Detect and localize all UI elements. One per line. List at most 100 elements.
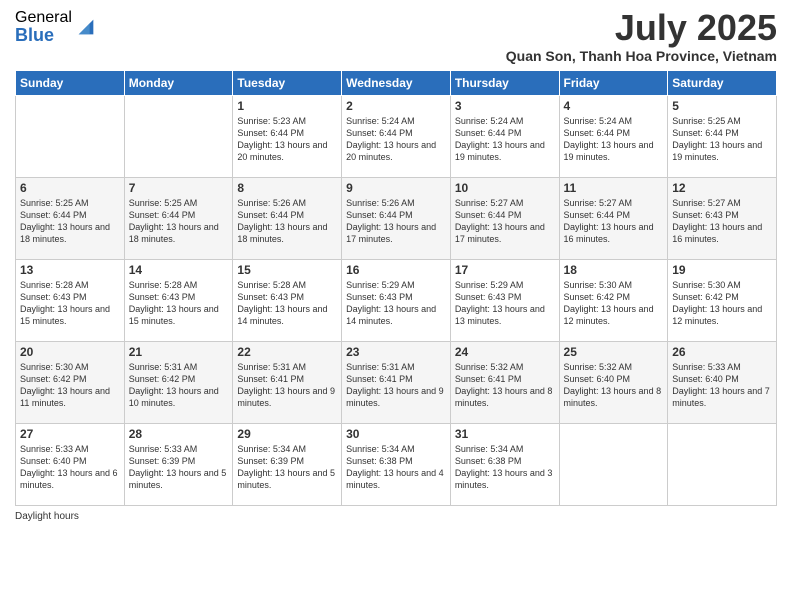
sunset-text: Sunset: 6:43 PM [129,292,196,302]
day-number: 29 [237,427,337,441]
title-block: July 2025 Quan Son, Thanh Hoa Province, … [506,10,777,64]
col-tuesday: Tuesday [233,71,342,96]
table-row [559,424,668,506]
cell-content: Sunrise: 5:33 AM Sunset: 6:40 PM Dayligh… [20,443,120,492]
cell-content: Sunrise: 5:26 AM Sunset: 6:44 PM Dayligh… [346,197,446,246]
day-number: 26 [672,345,772,359]
sunset-text: Sunset: 6:44 PM [346,210,413,220]
day-number: 18 [564,263,664,277]
table-row: 5 Sunrise: 5:25 AM Sunset: 6:44 PM Dayli… [668,96,777,178]
sunrise-text: Sunrise: 5:23 AM [237,116,306,126]
cell-content: Sunrise: 5:30 AM Sunset: 6:42 PM Dayligh… [20,361,120,410]
daylight-text: Daylight: 13 hours and 11 minutes. [20,386,110,408]
cell-content: Sunrise: 5:23 AM Sunset: 6:44 PM Dayligh… [237,115,337,164]
daylight-text: Daylight: 13 hours and 14 minutes. [237,304,327,326]
sunrise-text: Sunrise: 5:32 AM [455,362,524,372]
sunset-text: Sunset: 6:38 PM [455,456,522,466]
cell-content: Sunrise: 5:26 AM Sunset: 6:44 PM Dayligh… [237,197,337,246]
sunrise-text: Sunrise: 5:27 AM [672,198,741,208]
sunrise-text: Sunrise: 5:29 AM [455,280,524,290]
sunset-text: Sunset: 6:44 PM [237,210,304,220]
day-number: 24 [455,345,555,359]
table-row: 27 Sunrise: 5:33 AM Sunset: 6:40 PM Dayl… [16,424,125,506]
sunset-text: Sunset: 6:42 PM [129,374,196,384]
sunrise-text: Sunrise: 5:30 AM [20,362,89,372]
table-row: 7 Sunrise: 5:25 AM Sunset: 6:44 PM Dayli… [124,178,233,260]
sunset-text: Sunset: 6:40 PM [20,456,87,466]
table-row: 8 Sunrise: 5:26 AM Sunset: 6:44 PM Dayli… [233,178,342,260]
table-row: 29 Sunrise: 5:34 AM Sunset: 6:39 PM Dayl… [233,424,342,506]
daylight-text: Daylight: 13 hours and 12 minutes. [564,304,654,326]
calendar-week-row: 6 Sunrise: 5:25 AM Sunset: 6:44 PM Dayli… [16,178,777,260]
daylight-text: Daylight: 13 hours and 14 minutes. [346,304,436,326]
footer-note: Daylight hours [15,511,777,522]
col-friday: Friday [559,71,668,96]
day-number: 4 [564,99,664,113]
table-row: 3 Sunrise: 5:24 AM Sunset: 6:44 PM Dayli… [450,96,559,178]
sunrise-text: Sunrise: 5:25 AM [672,116,741,126]
table-row: 24 Sunrise: 5:32 AM Sunset: 6:41 PM Dayl… [450,342,559,424]
daylight-text: Daylight: 13 hours and 20 minutes. [346,140,436,162]
sunrise-text: Sunrise: 5:28 AM [20,280,89,290]
table-row [668,424,777,506]
cell-content: Sunrise: 5:34 AM Sunset: 6:39 PM Dayligh… [237,443,337,492]
sunset-text: Sunset: 6:41 PM [346,374,413,384]
page: General Blue July 2025 Quan Son, Thanh H… [0,0,792,612]
sunrise-text: Sunrise: 5:29 AM [346,280,415,290]
cell-content: Sunrise: 5:27 AM Sunset: 6:43 PM Dayligh… [672,197,772,246]
day-number: 14 [129,263,229,277]
day-number: 21 [129,345,229,359]
col-wednesday: Wednesday [342,71,451,96]
daylight-text: Daylight: 13 hours and 18 minutes. [237,222,327,244]
table-row: 16 Sunrise: 5:29 AM Sunset: 6:43 PM Dayl… [342,260,451,342]
cell-content: Sunrise: 5:29 AM Sunset: 6:43 PM Dayligh… [346,279,446,328]
day-number: 27 [20,427,120,441]
day-number: 13 [20,263,120,277]
cell-content: Sunrise: 5:31 AM Sunset: 6:41 PM Dayligh… [346,361,446,410]
cell-content: Sunrise: 5:33 AM Sunset: 6:40 PM Dayligh… [672,361,772,410]
table-row: 20 Sunrise: 5:30 AM Sunset: 6:42 PM Dayl… [16,342,125,424]
sunset-text: Sunset: 6:44 PM [20,210,87,220]
cell-content: Sunrise: 5:28 AM Sunset: 6:43 PM Dayligh… [129,279,229,328]
cell-content: Sunrise: 5:31 AM Sunset: 6:42 PM Dayligh… [129,361,229,410]
table-row: 23 Sunrise: 5:31 AM Sunset: 6:41 PM Dayl… [342,342,451,424]
sunset-text: Sunset: 6:44 PM [455,210,522,220]
table-row: 11 Sunrise: 5:27 AM Sunset: 6:44 PM Dayl… [559,178,668,260]
month-title: July 2025 [506,10,777,46]
daylight-text: Daylight: 13 hours and 15 minutes. [129,304,219,326]
cell-content: Sunrise: 5:25 AM Sunset: 6:44 PM Dayligh… [672,115,772,164]
day-number: 25 [564,345,664,359]
sunset-text: Sunset: 6:42 PM [564,292,631,302]
sunset-text: Sunset: 6:44 PM [237,128,304,138]
sunset-text: Sunset: 6:44 PM [564,128,631,138]
daylight-text: Daylight: 13 hours and 6 minutes. [20,468,118,490]
sunrise-text: Sunrise: 5:34 AM [455,444,524,454]
sunrise-text: Sunrise: 5:32 AM [564,362,633,372]
day-number: 5 [672,99,772,113]
cell-content: Sunrise: 5:34 AM Sunset: 6:38 PM Dayligh… [455,443,555,492]
calendar-table: Sunday Monday Tuesday Wednesday Thursday… [15,70,777,506]
sunset-text: Sunset: 6:40 PM [564,374,631,384]
sunrise-text: Sunrise: 5:31 AM [237,362,306,372]
table-row: 10 Sunrise: 5:27 AM Sunset: 6:44 PM Dayl… [450,178,559,260]
day-number: 20 [20,345,120,359]
daylight-text: Daylight: 13 hours and 10 minutes. [129,386,219,408]
daylight-text: Daylight: 13 hours and 20 minutes. [237,140,327,162]
day-number: 9 [346,181,446,195]
sunrise-text: Sunrise: 5:33 AM [672,362,741,372]
sunset-text: Sunset: 6:44 PM [346,128,413,138]
sunset-text: Sunset: 6:43 PM [20,292,87,302]
cell-content: Sunrise: 5:34 AM Sunset: 6:38 PM Dayligh… [346,443,446,492]
day-number: 16 [346,263,446,277]
table-row: 1 Sunrise: 5:23 AM Sunset: 6:44 PM Dayli… [233,96,342,178]
table-row: 17 Sunrise: 5:29 AM Sunset: 6:43 PM Dayl… [450,260,559,342]
sunrise-text: Sunrise: 5:24 AM [564,116,633,126]
cell-content: Sunrise: 5:30 AM Sunset: 6:42 PM Dayligh… [672,279,772,328]
sunrise-text: Sunrise: 5:27 AM [455,198,524,208]
calendar-week-row: 20 Sunrise: 5:30 AM Sunset: 6:42 PM Dayl… [16,342,777,424]
sunrise-text: Sunrise: 5:28 AM [237,280,306,290]
sunset-text: Sunset: 6:42 PM [20,374,87,384]
sunset-text: Sunset: 6:40 PM [672,374,739,384]
daylight-label: Daylight hours [15,511,79,522]
day-number: 17 [455,263,555,277]
